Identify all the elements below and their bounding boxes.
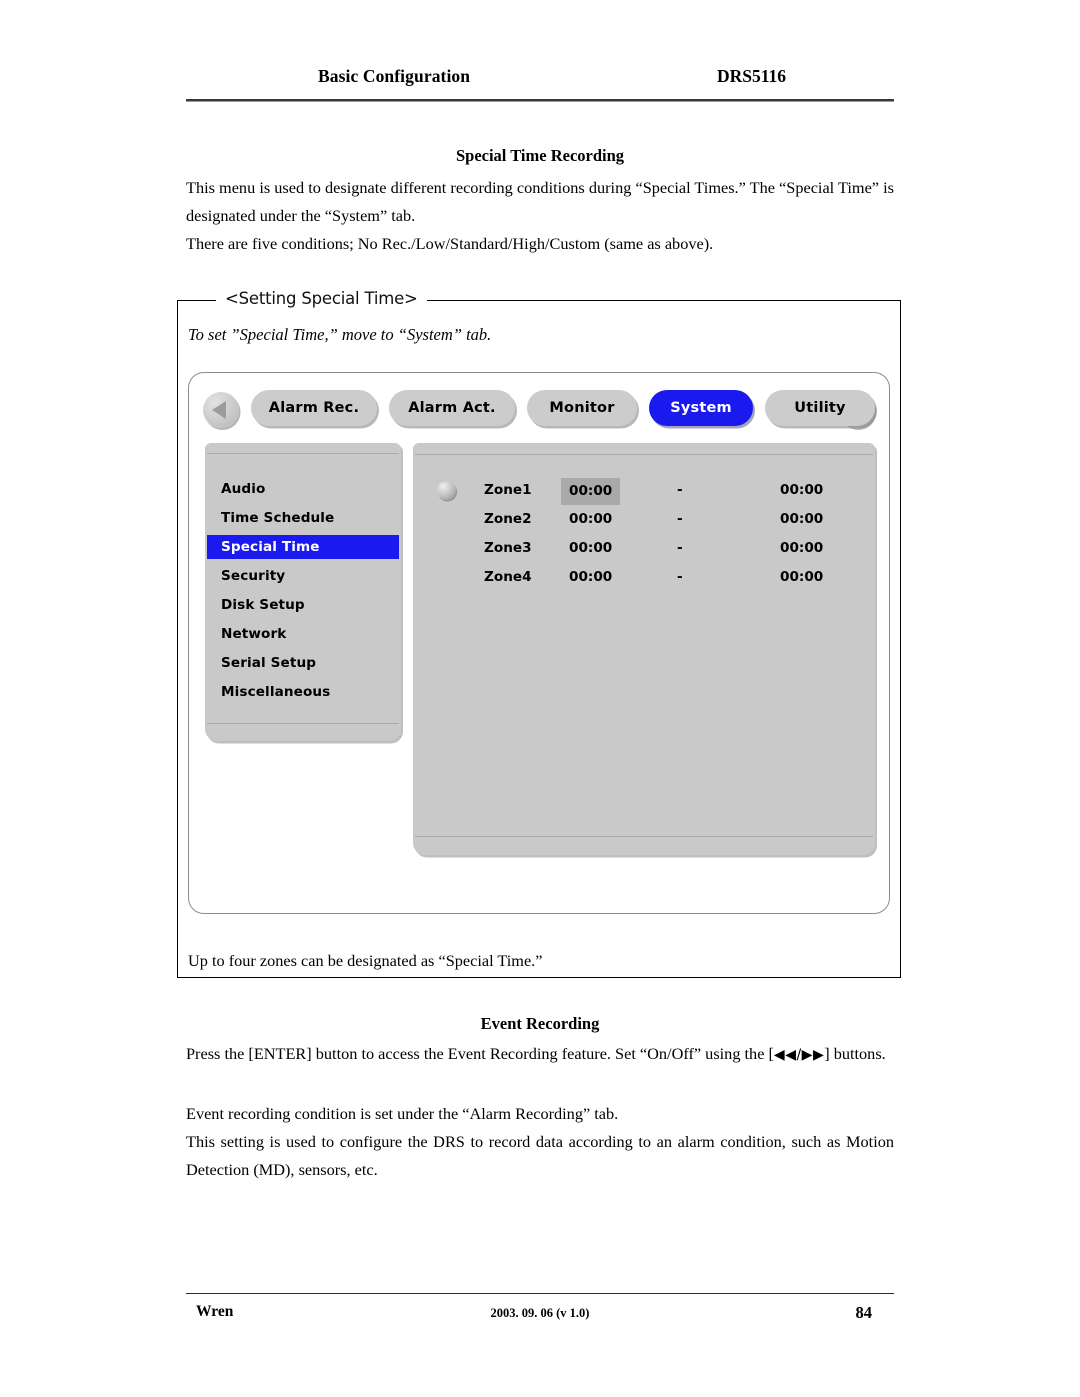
tab-utility[interactable]: Utility xyxy=(765,390,875,426)
tab-system[interactable]: System xyxy=(649,390,753,426)
tab-monitor[interactable]: Monitor xyxy=(527,390,637,426)
zone-end-field[interactable]: 00:00 xyxy=(780,505,823,534)
zone-name: Zone3 xyxy=(484,540,532,556)
device-content-panel: Zone1 00:00 - 00:00 Zone2 00:00 - 00:00 … xyxy=(413,443,875,855)
sidebar-item-special-time[interactable]: Special Time xyxy=(207,535,399,559)
paragraph-event-1: Press the [ENTER] button to access the E… xyxy=(186,1040,894,1069)
sidebar-item-audio[interactable]: Audio xyxy=(207,477,399,501)
tab-alarm-rec[interactable]: Alarm Rec. xyxy=(251,390,377,426)
zone-start-field[interactable]: 00:00 xyxy=(569,505,612,534)
zone-row-2[interactable]: Zone2 00:00 - 00:00 xyxy=(413,505,875,534)
device-ui-window: Alarm Rec. Alarm Act. Monitor System Uti… xyxy=(188,372,890,914)
sidebar-item-network[interactable]: Network xyxy=(207,622,399,646)
figure-legend: <Setting Special Time> xyxy=(216,289,427,308)
zone-end-field[interactable]: 00:00 xyxy=(780,563,823,592)
page-footer: Wren 2003. 09. 06 (v 1.0) 84 xyxy=(186,1303,894,1327)
paragraph-event-3: This setting is used to configure the DR… xyxy=(186,1132,894,1179)
tab-alarm-act[interactable]: Alarm Act. xyxy=(389,390,515,426)
sidebar-item-miscellaneous[interactable]: Miscellaneous xyxy=(207,680,399,704)
paragraph-event-1-after: ] buttons. xyxy=(824,1044,886,1063)
sidebar-item-disk-setup[interactable]: Disk Setup xyxy=(207,593,399,617)
header-divider xyxy=(186,99,894,102)
sidebar-item-serial-setup[interactable]: Serial Setup xyxy=(207,651,399,675)
zone-name: Zone2 xyxy=(484,511,532,527)
footer-version: 2003. 09. 06 (v 1.0) xyxy=(490,1306,590,1320)
zone-end-field[interactable]: 00:00 xyxy=(780,476,823,505)
zone-end-field[interactable]: 00:00 xyxy=(780,534,823,563)
zone-separator: - xyxy=(677,569,683,585)
zone-row-3[interactable]: Zone3 00:00 - 00:00 xyxy=(413,534,875,563)
sidebar-item-time-schedule[interactable]: Time Schedule xyxy=(207,506,399,530)
zone-start-field[interactable]: 00:00 xyxy=(569,534,612,563)
zone-row-4[interactable]: Zone4 00:00 - 00:00 xyxy=(413,563,875,592)
paragraph-special-time-1: This menu is used to designate different… xyxy=(186,178,894,225)
device-sidebar-panel: Audio Time Schedule Special Time Securit… xyxy=(205,443,401,741)
footer-page-number: 84 xyxy=(855,1303,873,1322)
prev-arrow-icon[interactable] xyxy=(203,392,239,428)
figure-caption: Up to four zones can be designated as “S… xyxy=(188,951,543,970)
paragraph-special-time-2: There are five conditions; No Rec./Low/S… xyxy=(186,234,714,253)
zone-start-field[interactable]: 00:00 xyxy=(569,563,612,592)
figure-note: To set ”Special Time,” move to “System” … xyxy=(188,325,492,344)
paragraph-event-2: Event recording condition is set under t… xyxy=(186,1104,619,1123)
paragraph-event-1-before: Press the [ENTER] button to access the E… xyxy=(186,1044,774,1063)
header-left-title: Basic Configuration xyxy=(318,66,471,86)
zone-start-field[interactable]: 00:00 xyxy=(561,478,621,505)
document-page: Basic Configuration DRS5116 Special Time… xyxy=(0,0,1080,1397)
sidebar-item-security[interactable]: Security xyxy=(207,564,399,588)
zone-separator: - xyxy=(677,482,683,498)
zone-row-1[interactable]: Zone1 00:00 - 00:00 xyxy=(413,476,875,505)
section-title-event-recording: Event Recording xyxy=(480,1014,600,1033)
zone-name: Zone4 xyxy=(484,569,532,585)
page-header: Basic Configuration DRS5116 xyxy=(186,66,894,96)
zone-separator: - xyxy=(677,540,683,556)
footer-divider xyxy=(186,1293,894,1294)
zone-separator: - xyxy=(677,511,683,527)
header-right-title: DRS5116 xyxy=(716,66,786,86)
device-tab-bar: Alarm Rec. Alarm Act. Monitor System Uti… xyxy=(199,390,881,430)
zone-name: Zone1 xyxy=(484,482,532,498)
section-title-special-time-recording: Special Time Recording xyxy=(455,146,625,165)
transport-arrows-icon: ◀◀/▶▶ xyxy=(773,1047,825,1063)
left-triangle-icon xyxy=(212,401,226,419)
